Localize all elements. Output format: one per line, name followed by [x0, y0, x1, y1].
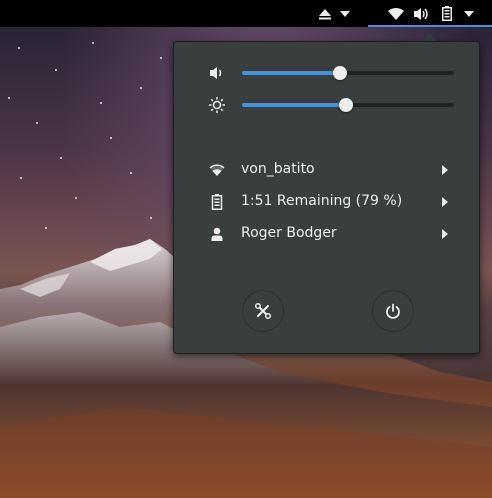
- top-bar: [0, 0, 492, 27]
- chevron-down-icon: [340, 10, 350, 17]
- wifi-icon: [209, 164, 225, 176]
- brightness-slider[interactable]: [242, 98, 454, 112]
- volume-slider-fill: [242, 71, 340, 75]
- media-eject-icon: [319, 8, 331, 19]
- system-status-menu[interactable]: [380, 0, 482, 27]
- brightness-slider-fill: [242, 103, 346, 107]
- settings-icon: [254, 302, 272, 320]
- chevron-right-icon: [442, 197, 448, 207]
- chevron-right-icon: [442, 165, 448, 175]
- settings-button[interactable]: [242, 290, 284, 332]
- battery-icon: [442, 6, 452, 21]
- battery-icon: [211, 194, 223, 210]
- chevron-down-icon: [464, 10, 474, 17]
- volume-slider-handle[interactable]: [332, 66, 347, 80]
- brightness-slider-row: [174, 93, 479, 117]
- menu-item-battery[interactable]: 1:51 Remaining (79 %): [174, 188, 479, 216]
- system-menu-popover: von_batito 1:51 Remaining (79 %) Roger B…: [173, 41, 480, 354]
- chevron-right-icon: [442, 229, 448, 239]
- volume-slider[interactable]: [242, 66, 454, 80]
- power-button[interactable]: [372, 290, 414, 332]
- brightness-slider-handle[interactable]: [338, 98, 353, 112]
- user-name-label: Roger Bodger: [241, 225, 337, 241]
- active-indicator: [368, 25, 492, 27]
- menu-item-user[interactable]: Roger Bodger: [174, 220, 479, 248]
- wifi-network-label: von_batito: [241, 161, 315, 177]
- user-icon: [211, 227, 223, 241]
- power-icon: [386, 303, 400, 319]
- volume-slider-row: [174, 61, 479, 85]
- media-eject-menu[interactable]: [313, 0, 355, 27]
- volume-icon: [414, 7, 428, 20]
- volume-low-icon: [210, 67, 222, 79]
- menu-item-wifi[interactable]: von_batito: [174, 156, 479, 184]
- brightness-icon: [209, 97, 225, 113]
- battery-status-label: 1:51 Remaining (79 %): [241, 193, 403, 209]
- wifi-icon: [388, 7, 404, 20]
